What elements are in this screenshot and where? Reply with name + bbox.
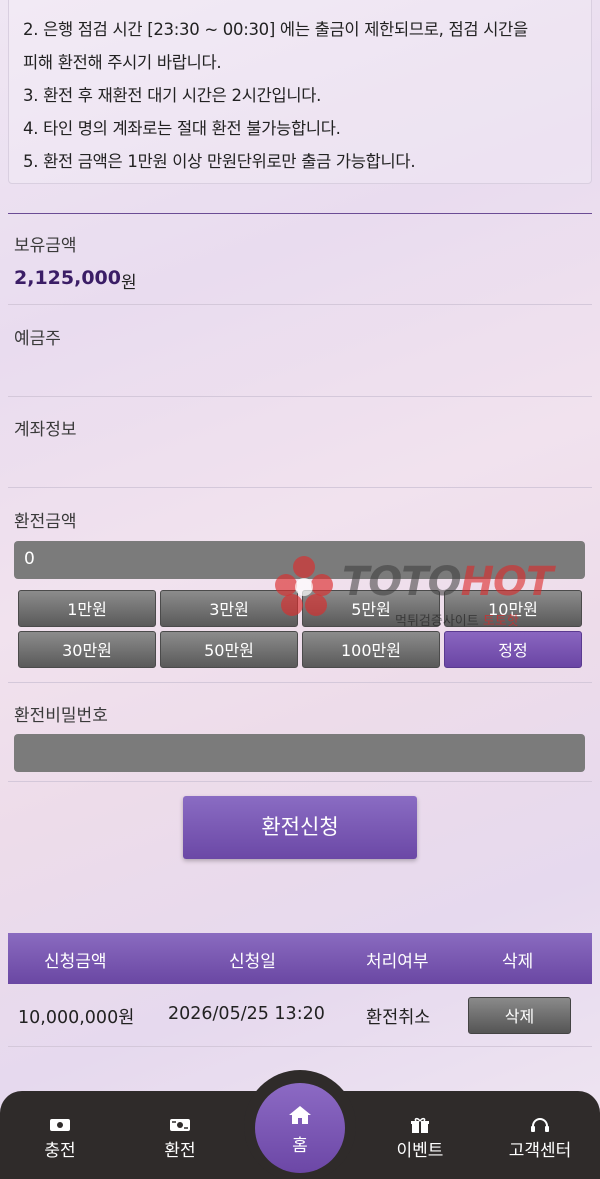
history-table-header: 신청금액 신청일 처리여부 삭제 xyxy=(8,933,592,984)
nav-item-home[interactable]: 홈 xyxy=(255,1083,345,1173)
password-input[interactable] xyxy=(14,734,585,772)
cash-icon xyxy=(50,1119,70,1131)
column-header: 삭제 xyxy=(502,952,534,972)
nav-item-event[interactable]: 이벤트 xyxy=(370,1117,470,1161)
notice-line: 피해 환전해 주시기 바랍니다. xyxy=(23,53,222,72)
column-header: 처리여부 xyxy=(366,952,429,972)
quick-amount-button[interactable]: 1만원 xyxy=(18,590,156,627)
notice-box: 2. 은행 점검 시간 [23:30 ~ 00:30] 에는 출금이 제한되므로… xyxy=(8,0,592,184)
divider xyxy=(8,682,592,683)
nav-item-charge[interactable]: 충전 xyxy=(10,1117,110,1161)
balance-label: 보유금액 xyxy=(14,236,77,256)
notice-line: 2. 은행 점검 시간 [23:30 ~ 00:30] 에는 출금이 제한되므로… xyxy=(23,20,528,39)
gift-icon xyxy=(411,1117,429,1133)
delete-button[interactable]: 삭제 xyxy=(468,997,571,1034)
divider xyxy=(8,781,592,782)
notice-line: 5. 환전 금액은 1만원 이상 만원단위로만 출금 가능합니다. xyxy=(23,152,416,171)
nav-label: 홈 xyxy=(292,1136,308,1156)
amount-label: 환전금액 xyxy=(14,512,77,532)
watermark-brand-a: TOTO xyxy=(342,559,462,605)
quick-amount-button[interactable]: 50만원 xyxy=(160,631,298,668)
account-label: 계좌정보 xyxy=(14,420,77,440)
nav-item-support[interactable]: 고객센터 xyxy=(490,1117,590,1161)
nav-label: 이벤트 xyxy=(396,1141,444,1161)
watermark-brand-b: HOT xyxy=(460,559,554,605)
row-amount: 10,000,000원 xyxy=(18,1008,135,1028)
exchange-cash-icon xyxy=(170,1119,190,1131)
nav-label: 충전 xyxy=(44,1141,76,1161)
watermark-sub-b: 토토핫 xyxy=(482,614,519,629)
holder-label: 예금주 xyxy=(14,329,61,349)
watermark-brand: TOTOHOT xyxy=(342,559,554,605)
nav-item-exchange[interactable]: 환전 xyxy=(130,1117,230,1161)
notice-line: 3. 환전 후 재환전 대기 시간은 2시간입니다. xyxy=(23,86,322,105)
balance-value: 2,125,000 xyxy=(14,267,121,289)
divider xyxy=(8,1046,592,1047)
row-date: 2026/05/25 13:20 xyxy=(168,1004,325,1024)
row-status: 환전취소 xyxy=(366,1008,431,1028)
balance-unit: 원 xyxy=(121,273,137,293)
nav-label: 고객센터 xyxy=(508,1141,572,1161)
home-icon xyxy=(289,1106,311,1124)
reset-amount-button[interactable]: 정정 xyxy=(444,631,582,668)
column-header: 신청금액 xyxy=(44,952,107,972)
column-header: 신청일 xyxy=(229,952,276,972)
divider xyxy=(8,487,592,488)
quick-amount-button[interactable]: 30만원 xyxy=(18,631,156,668)
section-divider xyxy=(8,213,592,214)
quick-amount-button[interactable]: 100만원 xyxy=(302,631,440,668)
divider xyxy=(8,304,592,305)
password-label: 환전비밀번호 xyxy=(14,706,108,726)
headset-icon xyxy=(531,1118,549,1132)
watermark-subtitle: 먹튀검증사이트 토토핫 xyxy=(395,610,519,629)
notice-line: 4. 타인 명의 계좌로는 절대 환전 불가능합니다. xyxy=(23,119,341,138)
nav-label: 환전 xyxy=(164,1141,196,1161)
watermark-sub-a: 먹튀검증사이트 xyxy=(395,614,479,629)
divider xyxy=(8,396,592,397)
submit-exchange-button[interactable]: 환전신청 xyxy=(183,796,417,859)
